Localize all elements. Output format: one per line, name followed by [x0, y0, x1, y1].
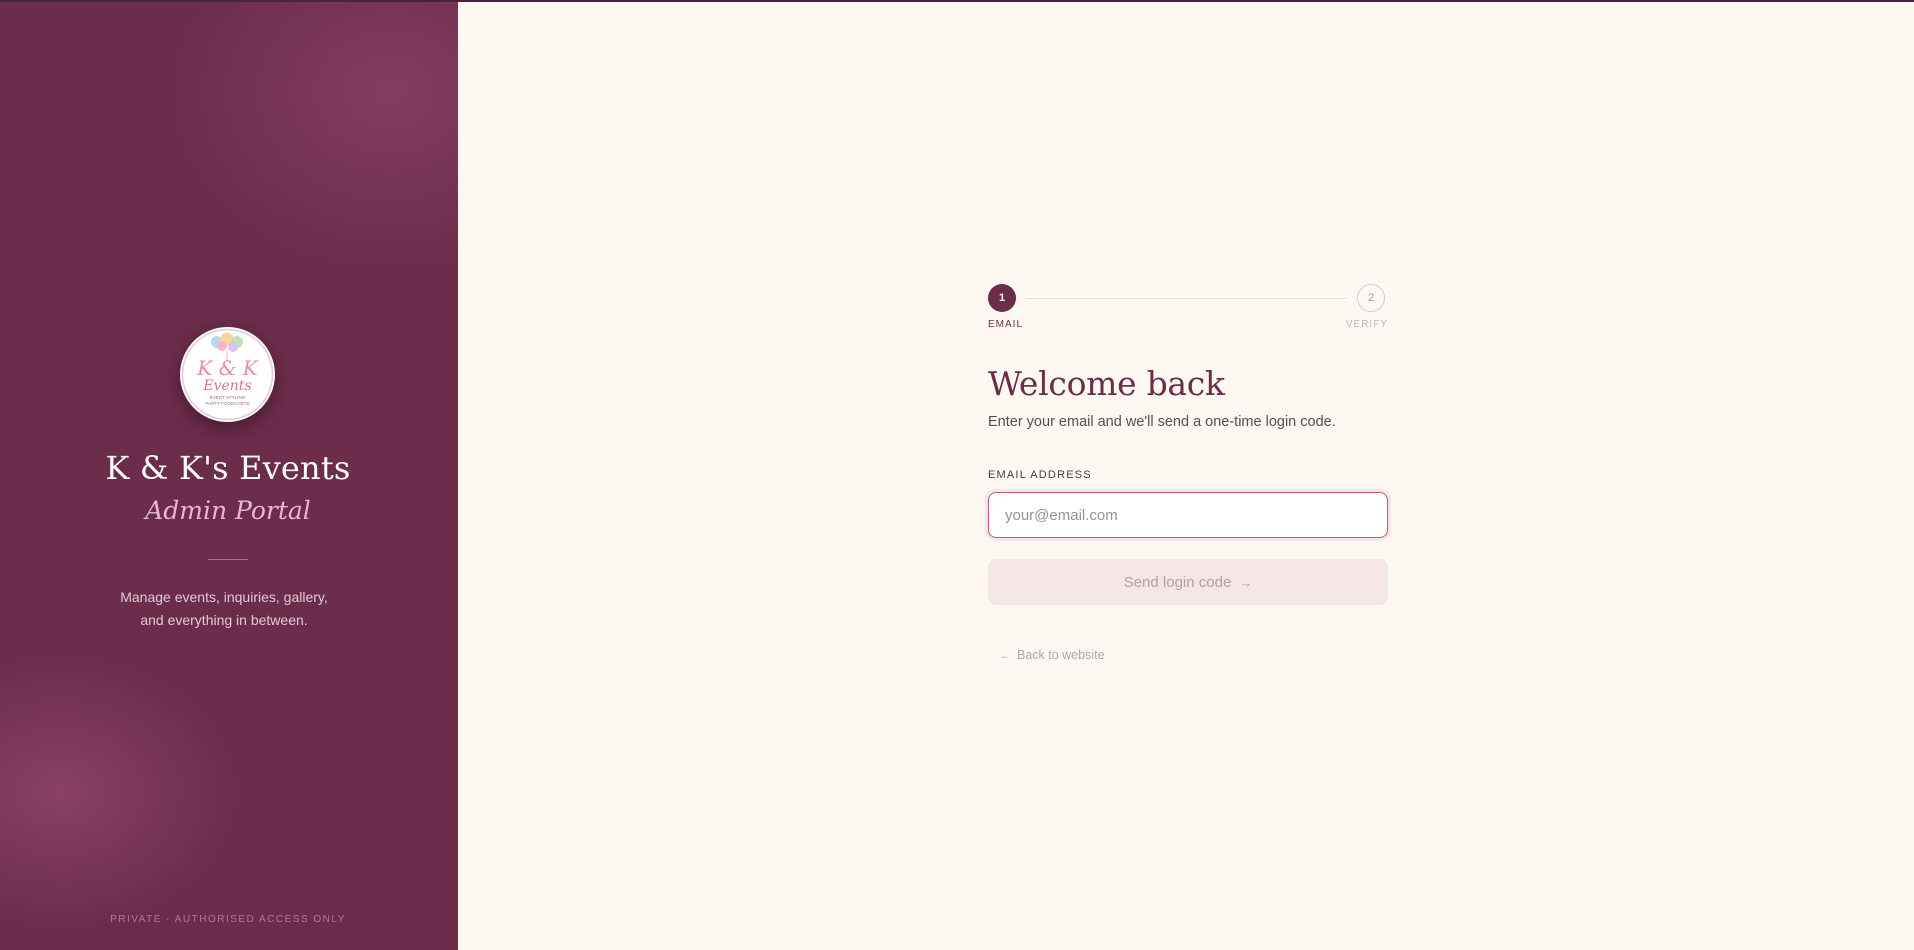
arrow-right-icon: → [1239, 574, 1253, 590]
step-connector [1026, 298, 1347, 299]
send-login-code-button[interactable]: Send login code → [988, 559, 1388, 605]
email-label: EMAIL ADDRESS [988, 469, 1092, 481]
stepper: 1 2 EMAIL VERIFY [988, 284, 1388, 330]
send-login-code-label: Send login code [1123, 573, 1232, 591]
logo-badge-icon: K & K Events EVENT STYLING PARTY FOODCAR… [181, 328, 274, 421]
step-1-indicator: 1 [988, 284, 1016, 312]
login-form: 1 2 EMAIL VERIFY Welcome back Enter your… [988, 284, 1388, 684]
page-subtitle: Enter your email and we'll send a one-ti… [988, 414, 1336, 430]
back-to-website-link[interactable]: ← Back to website [1000, 648, 1105, 662]
logo-text-script: Events [202, 378, 251, 394]
brand-divider [208, 559, 248, 560]
step-1-label: EMAIL [988, 319, 1024, 330]
brand-subtitle: Admin Portal [145, 496, 311, 525]
access-notice: PRIVATE · AUTHORISED ACCESS ONLY [110, 914, 346, 925]
brand-tagline: Manage events, inquiries, gallery, and e… [114, 586, 334, 632]
page-title: Welcome back [988, 364, 1225, 403]
email-input[interactable] [988, 492, 1388, 538]
logo-text-small-1: EVENT STYLING [210, 395, 246, 400]
brand-logo: K & K Events EVENT STYLING PARTY FOODCAR… [180, 327, 275, 422]
logo-text-main: K & K [196, 356, 258, 380]
step-2-label: VERIFY [1345, 319, 1388, 330]
logo-text-small-2: PARTY FOODCARTS [206, 401, 250, 406]
brand-panel: K & K Events EVENT STYLING PARTY FOODCAR… [0, 2, 458, 950]
step-2-indicator: 2 [1357, 284, 1385, 312]
brand-name: K & K's Events [105, 449, 351, 487]
login-page: K & K Events EVENT STYLING PARTY FOODCAR… [0, 0, 1914, 950]
brand-tagline-line-2: and everything in between. [140, 612, 308, 628]
arrow-left-icon: ← [1000, 650, 1011, 662]
brand-tagline-line-1: Manage events, inquiries, gallery, [120, 589, 328, 605]
back-to-website-label: Back to website [1017, 648, 1105, 662]
